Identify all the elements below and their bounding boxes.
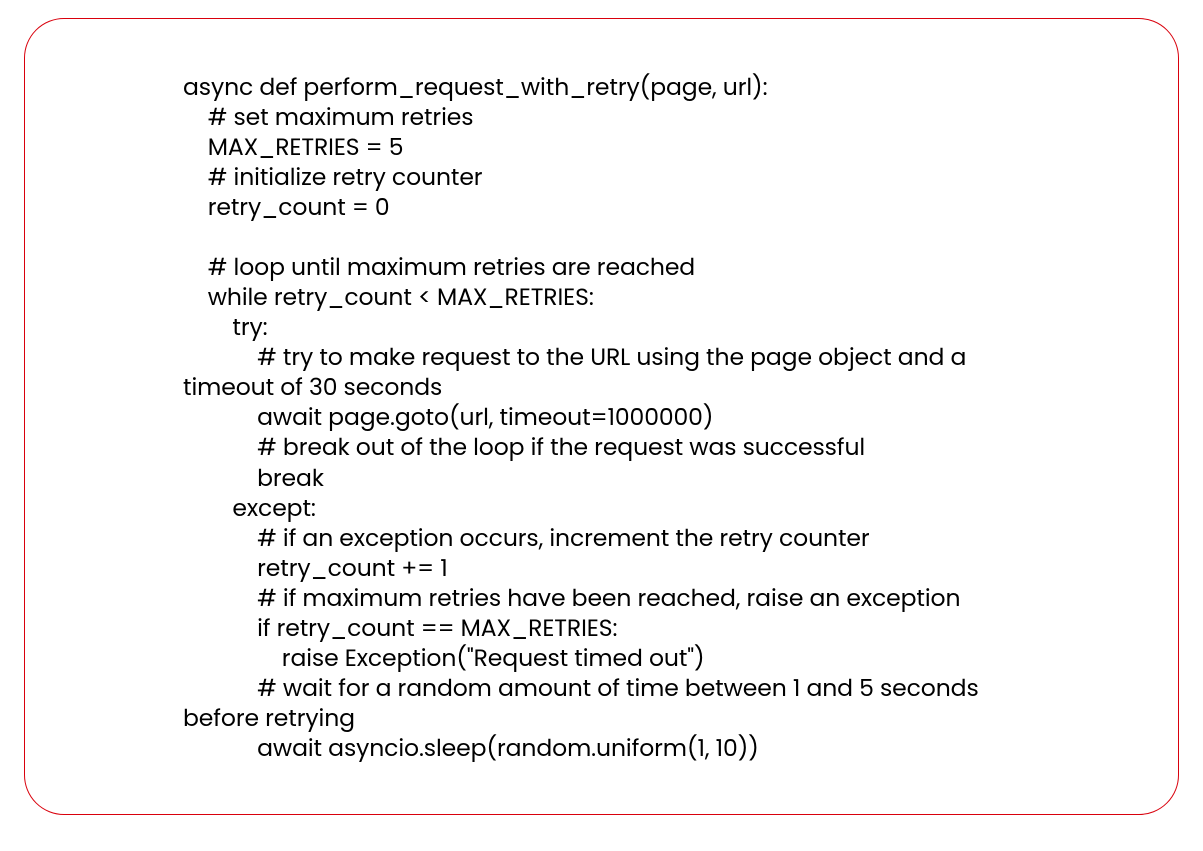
code-text: async def perform_request_with_retry(pag… [183, 73, 1053, 765]
code-block: async def perform_request_with_retry(pag… [183, 73, 1053, 765]
code-frame: async def perform_request_with_retry(pag… [24, 18, 1179, 815]
